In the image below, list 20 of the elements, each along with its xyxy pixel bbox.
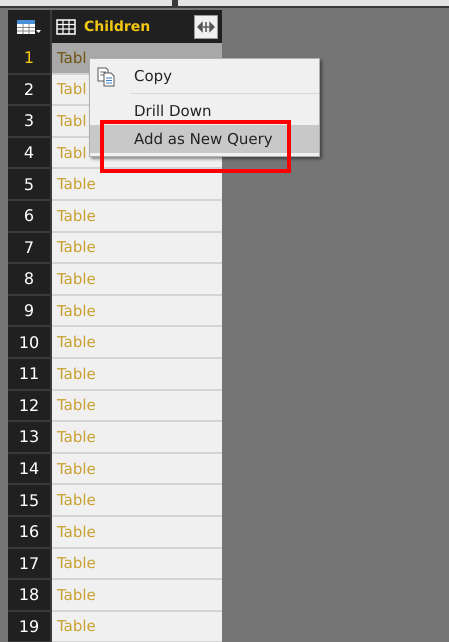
row-number: 3 <box>8 106 52 136</box>
column-header: Children <box>84 18 152 34</box>
row-number: 11 <box>8 358 52 389</box>
row-number: 2 <box>8 74 52 104</box>
row-number: 12 <box>8 390 52 420</box>
row-number: 7 <box>8 232 52 262</box>
row-number: 1 <box>8 43 52 73</box>
row-number: 8 <box>8 264 52 294</box>
row-number: 5 <box>8 169 52 199</box>
row-number: 18 <box>8 580 52 610</box>
row-number: 10 <box>8 327 52 357</box>
row-number: 14 <box>8 454 52 484</box>
row-number: 13 <box>8 422 52 452</box>
row-number: 6 <box>8 200 52 231</box>
row-number: 4 <box>8 138 52 168</box>
row-number: 16 <box>8 516 52 546</box>
row-number: 17 <box>8 548 52 578</box>
row-number: 9 <box>8 296 52 326</box>
row-number: 15 <box>8 485 52 515</box>
row-number: 19 <box>8 612 52 642</box>
